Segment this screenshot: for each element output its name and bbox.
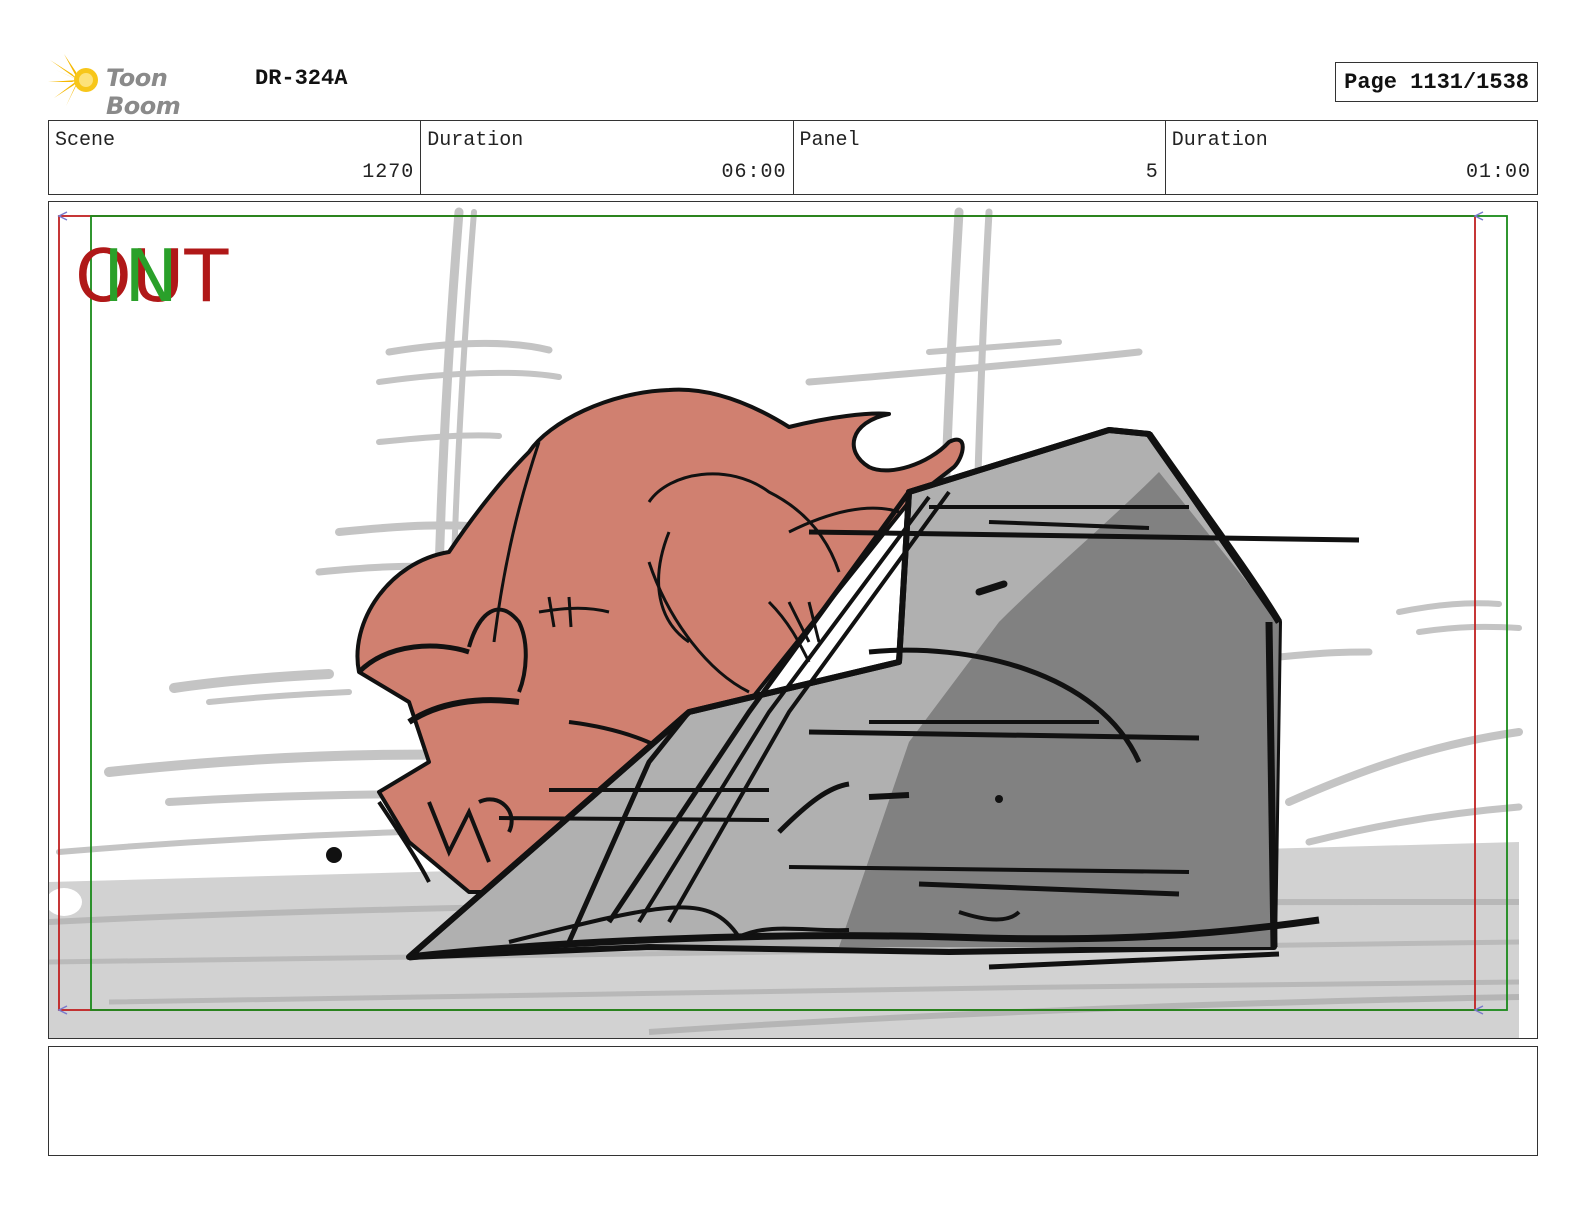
scene-label: Scene (55, 129, 116, 152)
panel-notes-box[interactable] (48, 1046, 1538, 1156)
panel-cell: Panel 5 (794, 121, 1166, 194)
page-counter: Page 1131/1538 (1335, 62, 1538, 102)
toon-boom-logo: Toon Boom (48, 52, 181, 120)
panel-label: Panel (799, 129, 860, 152)
scene-duration-value: 06:00 (721, 161, 787, 184)
scene-value: 1270 (362, 161, 415, 184)
panel-duration-value: 01:00 (1465, 161, 1531, 184)
production-code: DR-324A (255, 66, 348, 91)
scene-info-table: Scene 1270 Duration 06:00 Panel 5 Durati… (48, 120, 1538, 195)
storyboard-header: Toon Boom DR-324A Page 1131/1538 (48, 52, 1538, 120)
storyboard-panel: OUT IN (48, 201, 1538, 1039)
in-marker: IN (103, 234, 179, 318)
panel-duration-cell: Duration 01:00 (1166, 121, 1537, 194)
scene-duration-cell: Duration 06:00 (421, 121, 794, 194)
panel-drawing (49, 207, 1523, 1038)
brand-name: Toon Boom (106, 64, 181, 120)
starburst-icon (48, 54, 98, 106)
scene-duration-label: Duration (427, 129, 524, 152)
page-label: Page 1131/1538 (1344, 69, 1529, 95)
panel-duration-label: Duration (1171, 129, 1268, 152)
scene-cell: Scene 1270 (49, 121, 422, 194)
panel-value: 5 (1145, 161, 1159, 184)
